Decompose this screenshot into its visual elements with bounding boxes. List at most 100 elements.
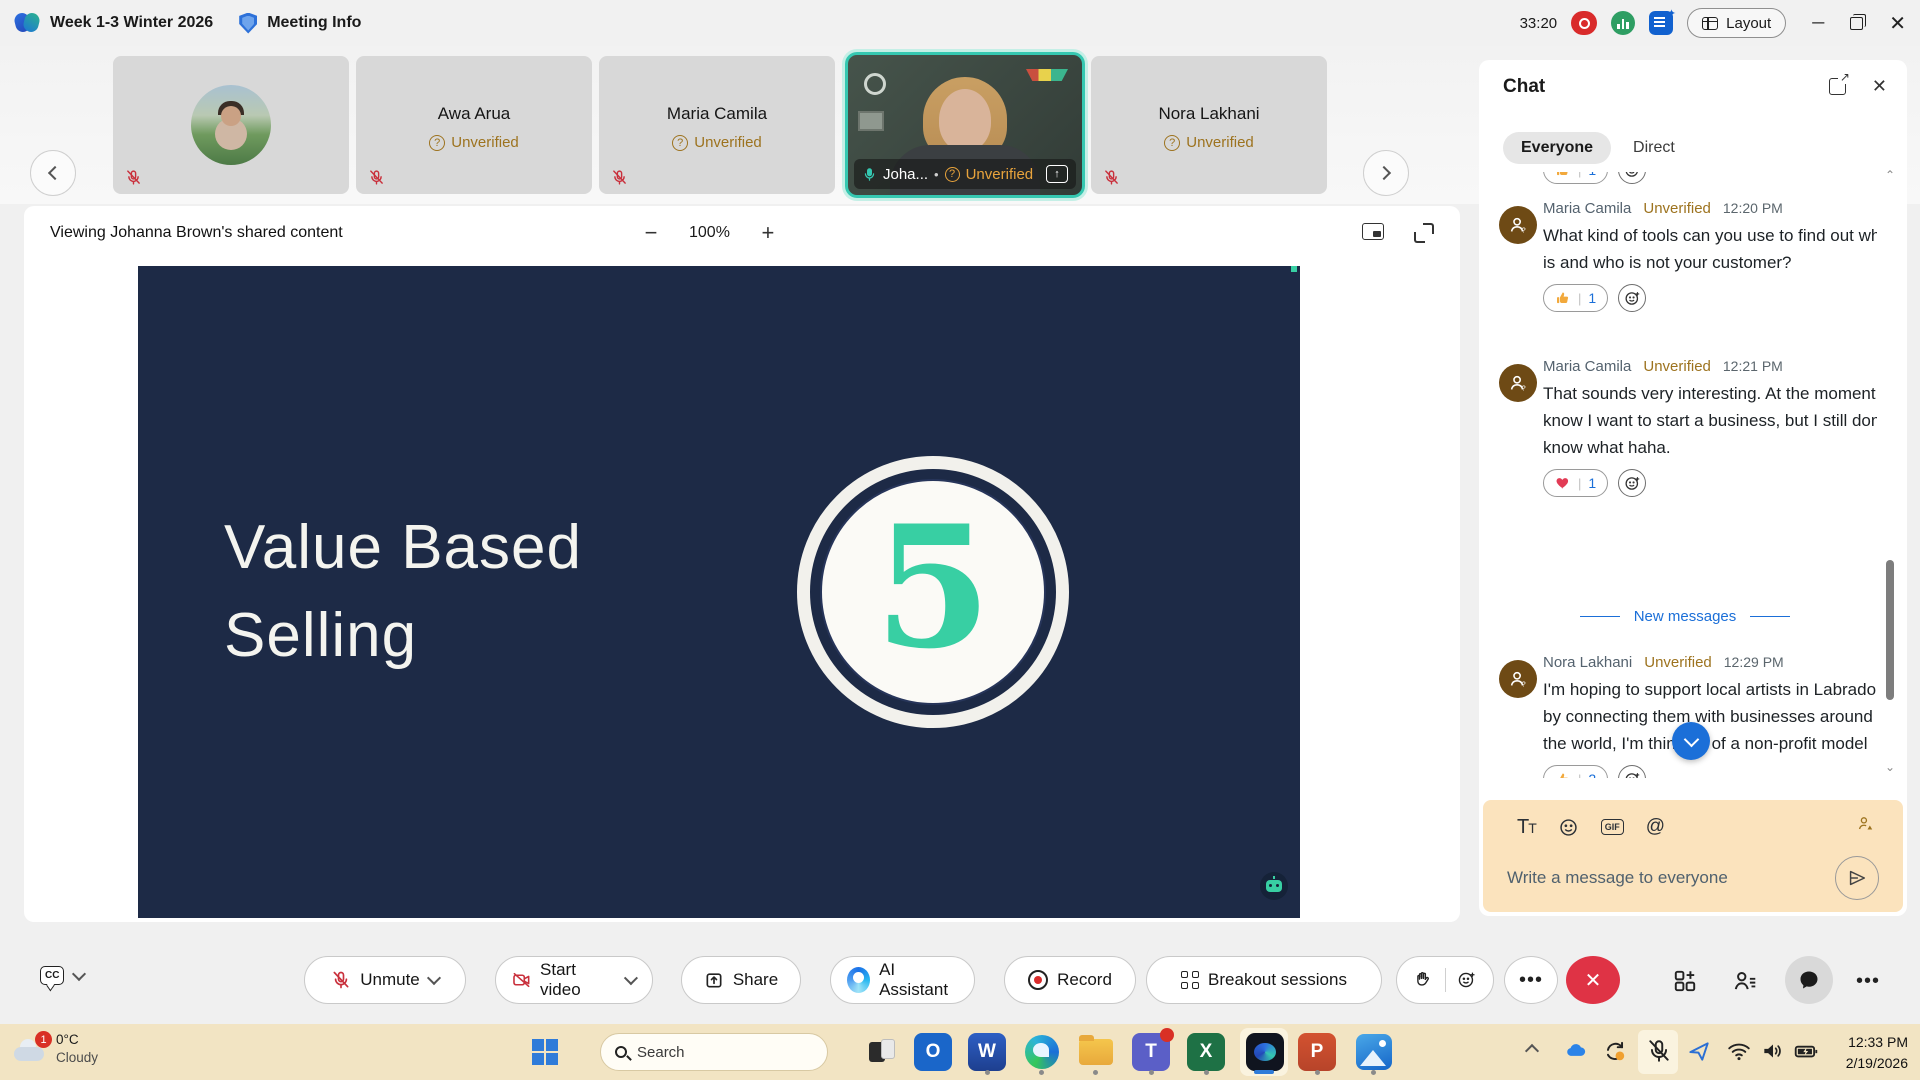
participant-tile[interactable]: Nora Lakhani ? Unverified	[1091, 56, 1327, 194]
battery-icon[interactable]	[1793, 1038, 1819, 1064]
svg-text:?: ?	[1522, 383, 1526, 392]
sync-icon[interactable]	[1602, 1038, 1628, 1064]
strip-previous-button[interactable]	[30, 150, 76, 196]
svg-text:?: ?	[1522, 679, 1526, 688]
weather-widget[interactable]: 1 0°C Cloudy	[14, 1031, 98, 1067]
recording-indicator-icon[interactable]	[1571, 11, 1598, 35]
thumbs-up-icon	[1560, 773, 1568, 778]
webex-app-icon[interactable]	[1245, 1032, 1285, 1072]
location-icon[interactable]	[1686, 1038, 1712, 1064]
volume-icon[interactable]	[1760, 1038, 1786, 1064]
picture-in-picture-icon[interactable]	[1362, 223, 1384, 240]
apps-button[interactable]	[1672, 968, 1698, 994]
participant-status: Unverified	[694, 134, 762, 151]
reaction-pill[interactable]: |1	[1543, 469, 1609, 497]
taskbar-search[interactable]: Search	[600, 1033, 828, 1071]
wifi-icon[interactable]	[1726, 1038, 1752, 1064]
closed-captions-icon[interactable]: CC	[40, 966, 65, 985]
chat-toggle-button[interactable]	[1785, 956, 1833, 1004]
scrollbar-thumb[interactable]	[1886, 560, 1894, 700]
chat-message-list[interactable]: |1 ? Maria Camila Unverified 12:20 PM W	[1493, 172, 1877, 778]
tray-expand-icon[interactable]	[1524, 1040, 1540, 1061]
more-options-secondary-button[interactable]: •••	[1856, 970, 1880, 993]
message-input[interactable]	[1507, 858, 1807, 898]
add-reaction-button[interactable]	[1618, 284, 1647, 312]
maximize-button[interactable]	[1850, 13, 1867, 30]
participant-tile[interactable]	[113, 56, 349, 194]
mic-muted-icon	[333, 971, 349, 989]
meeting-info-button[interactable]: Meeting Info	[267, 14, 361, 32]
leave-meeting-button[interactable]: ✕	[1566, 956, 1620, 1004]
excel-icon[interactable]: X	[1187, 1033, 1225, 1071]
add-reaction-button[interactable]	[1618, 765, 1647, 778]
fullscreen-expand-icon[interactable]	[1414, 223, 1434, 243]
taskbar-clock[interactable]: 12:33 PM 2/19/2026	[1820, 1032, 1908, 1074]
start-video-button[interactable]: Start video	[495, 956, 653, 1004]
zoom-in-button[interactable]: +	[756, 220, 780, 246]
task-view-icon[interactable]	[862, 1032, 902, 1072]
onedrive-icon[interactable]	[1564, 1038, 1590, 1064]
participant-tile[interactable]: Maria Camila ? Unverified	[599, 56, 835, 194]
gif-icon[interactable]: GIF	[1600, 819, 1624, 835]
add-reaction-button[interactable]	[1618, 469, 1647, 497]
popout-chat-icon[interactable]	[1828, 70, 1850, 95]
minimize-button[interactable]: ─	[1812, 13, 1824, 33]
thumbs-up-icon	[1557, 172, 1568, 176]
breakout-sessions-button[interactable]: Breakout sessions	[1146, 956, 1382, 1004]
notification-badge: 1	[35, 1031, 52, 1049]
send-message-button[interactable]	[1835, 856, 1879, 900]
unmute-button[interactable]: Unmute	[304, 956, 466, 1004]
chevron-down-icon[interactable]	[624, 971, 639, 985]
captions-control[interactable]: CC	[40, 966, 87, 985]
add-reaction-button[interactable]	[1618, 172, 1647, 184]
close-window-button[interactable]: ✕	[1889, 11, 1906, 36]
reaction-pill[interactable]: |1	[1543, 172, 1609, 184]
emoji-icon[interactable]	[1558, 817, 1579, 838]
chat-message: ? Maria Camila Unverified 12:21 PM That …	[1493, 358, 1877, 497]
ai-notes-icon[interactable]: ✦	[1649, 8, 1676, 35]
avatar: ?	[1499, 660, 1537, 698]
layout-button[interactable]: Layout	[1687, 8, 1787, 38]
message-status: Unverified	[1644, 654, 1712, 671]
ai-assistant-button[interactable]: AI Assistant	[830, 956, 975, 1004]
svg-text:?: ?	[1522, 225, 1526, 234]
tab-direct[interactable]: Direct	[1633, 139, 1675, 157]
active-speaker-tile[interactable]: Joha... • ? Unverified	[845, 52, 1085, 198]
text-format-icon[interactable]: TT	[1517, 816, 1537, 839]
more-options-button[interactable]: •••	[1504, 956, 1558, 1004]
teams-icon[interactable]: T	[1132, 1028, 1174, 1071]
tab-everyone[interactable]: Everyone	[1503, 132, 1612, 164]
edge-icon[interactable]	[1022, 1032, 1062, 1072]
scrollbar-down-arrow[interactable]: ⌄	[1883, 760, 1897, 774]
reaction-pill[interactable]: |1	[1543, 284, 1609, 312]
participant-tile[interactable]: Awa Arua ? Unverified	[356, 56, 592, 194]
reaction-pill[interactable]: |2	[1543, 765, 1609, 778]
person-warning-icon[interactable]	[1856, 814, 1875, 833]
start-button[interactable]	[532, 1039, 558, 1065]
chevron-down-icon[interactable]	[72, 966, 87, 981]
scroll-to-bottom-button[interactable]	[1672, 722, 1710, 760]
share-button[interactable]: Share	[681, 956, 801, 1004]
chevron-down-icon[interactable]	[426, 970, 441, 986]
strip-next-button[interactable]	[1363, 150, 1409, 196]
mention-icon[interactable]: @	[1646, 816, 1665, 838]
reactions-control[interactable]	[1396, 956, 1494, 1004]
powerpoint-icon[interactable]: P	[1298, 1033, 1336, 1071]
file-explorer-icon[interactable]	[1076, 1032, 1116, 1072]
audio-stats-icon[interactable]	[1611, 11, 1636, 35]
word-icon[interactable]: W	[968, 1033, 1006, 1071]
record-button[interactable]: Record	[1004, 956, 1136, 1004]
tray-mic-muted-icon[interactable]	[1646, 1038, 1672, 1064]
message-author: Nora Lakhani	[1543, 654, 1633, 671]
photos-icon[interactable]	[1354, 1032, 1394, 1072]
new-messages-divider[interactable]: New messages	[1493, 608, 1877, 625]
zoom-out-button[interactable]: −	[639, 220, 663, 246]
outlook-icon[interactable]: O	[914, 1033, 952, 1071]
scrollbar-up-arrow[interactable]: ⌃	[1883, 168, 1897, 182]
shared-slide: Value Based Selling 5	[138, 266, 1300, 918]
participants-button[interactable]	[1732, 968, 1758, 994]
message-text: I'm hoping to support local artists in L…	[1543, 680, 1877, 753]
close-chat-icon[interactable]: ✕	[1872, 77, 1887, 95]
mic-muted-icon	[1103, 169, 1120, 186]
weather-temp: 0°C	[56, 1032, 79, 1047]
